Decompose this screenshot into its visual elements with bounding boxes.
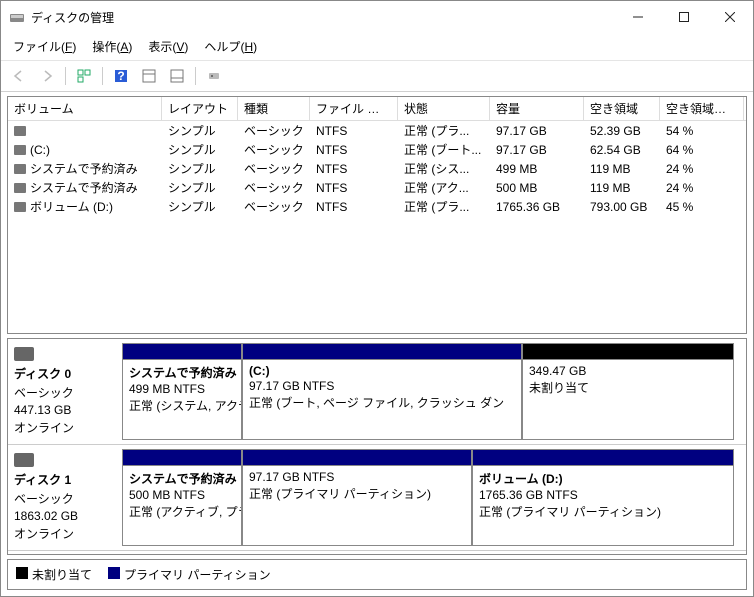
svg-text:?: ? — [117, 69, 124, 83]
col-volume[interactable]: ボリューム — [8, 97, 162, 120]
menu-action[interactable]: 操作(A) — [86, 35, 138, 58]
window-title: ディスクの管理 — [31, 9, 615, 26]
properties-icon[interactable] — [202, 65, 226, 87]
maximize-button[interactable] — [661, 2, 707, 32]
table-row[interactable]: システムで予約済みシンプルベーシックNTFS正常 (シス...499 MB119… — [8, 159, 746, 178]
table-row[interactable]: シンプルベーシックNTFS正常 (プラ...97.17 GB52.39 GB54… — [8, 121, 746, 140]
volume-icon — [14, 164, 26, 174]
table-row[interactable]: ボリューム (D:)シンプルベーシックNTFS正常 (プラ...1765.36 … — [8, 197, 746, 216]
partition-strip — [472, 449, 734, 465]
toolbar-separator — [102, 67, 103, 85]
disk-panel[interactable]: ディスク 0ベーシック447.13 GBオンラインシステムで予約済み499 MB… — [7, 338, 747, 555]
toolbar-panel2-icon[interactable] — [165, 65, 189, 87]
disk-row: ディスク 1ベーシック1863.02 GBオンラインシステムで予約済み500 M… — [8, 445, 746, 551]
primary-swatch — [108, 567, 120, 579]
col-fs[interactable]: ファイル システム — [310, 97, 398, 120]
partition[interactable]: 349.47 GB未割り当て — [522, 359, 734, 440]
partition-strip — [242, 343, 522, 359]
partition-strip — [522, 343, 734, 359]
toolbar-panel-icon[interactable] — [137, 65, 161, 87]
col-type[interactable]: 種類 — [238, 97, 310, 120]
volume-list[interactable]: ボリューム レイアウト 種類 ファイル システム 状態 容量 空き領域 空き領域… — [7, 96, 747, 334]
disk-row: ディスク 0ベーシック447.13 GBオンラインシステムで予約済み499 MB… — [8, 339, 746, 445]
volume-icon — [14, 145, 26, 155]
menu-file[interactable]: ファイル(F) — [7, 35, 82, 58]
toolbar-separator — [65, 67, 66, 85]
legend: 未割り当て プライマリ パーティション — [7, 559, 747, 590]
forward-button[interactable] — [35, 65, 59, 87]
app-icon — [9, 9, 25, 25]
disk-info[interactable]: ディスク 0ベーシック447.13 GBオンライン — [12, 343, 118, 440]
disk-icon — [14, 347, 34, 361]
partition-strip — [122, 449, 242, 465]
partition[interactable]: ボリューム (D:)1765.36 GB NTFS正常 (プライマリ パーティシ… — [472, 465, 734, 546]
column-headers: ボリューム レイアウト 種類 ファイル システム 状態 容量 空き領域 空き領域… — [8, 97, 746, 121]
disk-icon — [14, 453, 34, 467]
col-pctfree[interactable]: 空き領域の割... — [660, 97, 744, 120]
volume-rows: シンプルベーシックNTFS正常 (プラ...97.17 GB52.39 GB54… — [8, 121, 746, 333]
legend-primary: プライマリ パーティション — [108, 566, 271, 583]
partition-strip — [122, 343, 242, 359]
volume-icon — [14, 183, 26, 193]
partition[interactable]: システムで予約済み499 MB NTFS正常 (システム, アクティ — [122, 359, 242, 440]
toolbar: ? — [1, 61, 753, 92]
col-free[interactable]: 空き領域 — [584, 97, 660, 120]
menu-bar: ファイル(F) 操作(A) 表示(V) ヘルプ(H) — [1, 33, 753, 61]
close-button[interactable] — [707, 2, 753, 32]
toolbar-view-icon[interactable] — [72, 65, 96, 87]
menu-help[interactable]: ヘルプ(H) — [198, 35, 263, 58]
col-layout[interactable]: レイアウト — [162, 97, 238, 120]
partition[interactable]: システムで予約済み500 MB NTFS正常 (アクティブ, プライ — [122, 465, 242, 546]
table-row[interactable]: システムで予約済みシンプルベーシックNTFS正常 (アク...500 MB119… — [8, 178, 746, 197]
minimize-button[interactable] — [615, 2, 661, 32]
table-row[interactable]: (C:)シンプルベーシックNTFS正常 (ブート...97.17 GB62.54… — [8, 140, 746, 159]
legend-unallocated: 未割り当て — [16, 566, 92, 583]
col-status[interactable]: 状態 — [398, 97, 490, 120]
unallocated-swatch — [16, 567, 28, 579]
partition-strip — [242, 449, 472, 465]
partition[interactable]: 97.17 GB NTFS正常 (プライマリ パーティション) — [242, 465, 472, 546]
disk-info[interactable]: ディスク 1ベーシック1863.02 GBオンライン — [12, 449, 118, 546]
title-bar: ディスクの管理 — [1, 1, 753, 33]
back-button[interactable] — [7, 65, 31, 87]
volume-icon — [14, 126, 26, 136]
volume-icon — [14, 202, 26, 212]
menu-view[interactable]: 表示(V) — [142, 35, 194, 58]
partition[interactable]: (C:)97.17 GB NTFS正常 (ブート, ページ ファイル, クラッシ… — [242, 359, 522, 440]
toolbar-separator — [195, 67, 196, 85]
help-icon[interactable]: ? — [109, 65, 133, 87]
col-capacity[interactable]: 容量 — [490, 97, 584, 120]
